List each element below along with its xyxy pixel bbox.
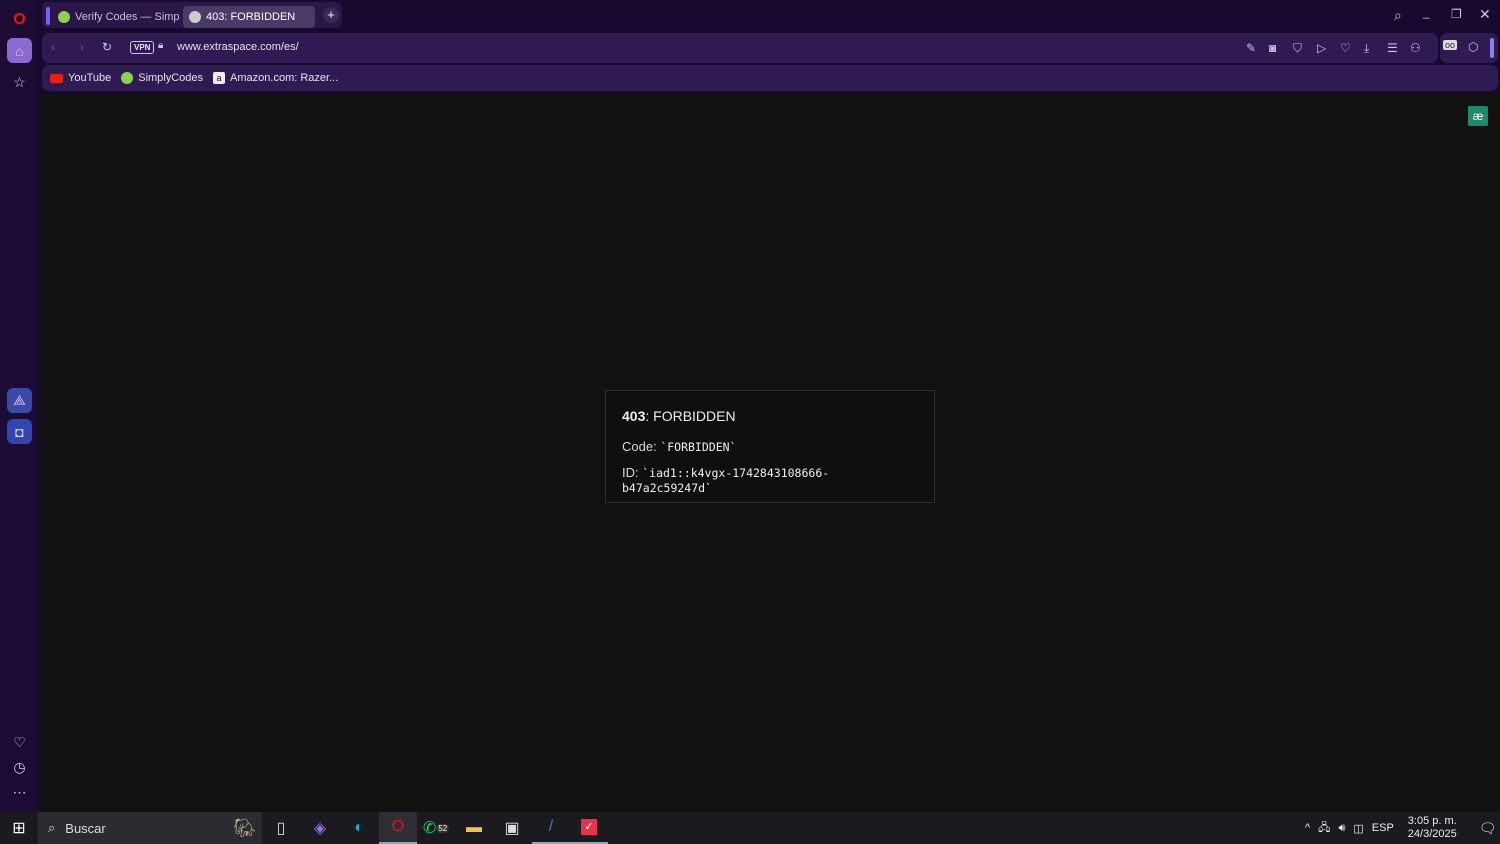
sidebar-toggle[interactable] bbox=[1490, 38, 1494, 58]
browser-sidebar: O ⌂ ☆ ⟁ ◘ ♡ ◷ ⋯ bbox=[0, 0, 38, 812]
lock-icon[interactable]: 🔒︎ bbox=[158, 40, 163, 51]
camera-icon[interactable]: ◙ bbox=[1269, 41, 1276, 55]
clock-time: 3:05 p. m. bbox=[1407, 815, 1457, 827]
send-icon[interactable]: ▷ bbox=[1317, 41, 1326, 55]
search-tabs-icon[interactable]: ⌕ bbox=[1394, 7, 1402, 24]
tab-island-marker bbox=[46, 7, 50, 25]
copilot-icon[interactable]: ◈ bbox=[301, 812, 339, 844]
bookmark-amazon[interactable]: a Amazon.com: Razer... bbox=[213, 72, 338, 84]
error-code-line: Code: `FORBIDDEN` bbox=[622, 439, 918, 454]
elephants-image-icon: 🐘︎ bbox=[233, 817, 256, 838]
restore-button[interactable]: ❐ bbox=[1451, 7, 1462, 21]
new-tab-button[interactable]: + bbox=[323, 7, 339, 23]
address-bar: ‹ › ↻ VPN 🔒︎ www.extraspace.com/es/ ✎ ◙ … bbox=[42, 33, 1438, 63]
home-icon[interactable]: ⌂ bbox=[7, 38, 32, 63]
download-icon[interactable]: ⤓ bbox=[1364, 41, 1369, 56]
edge-icon[interactable]: ◐ bbox=[340, 812, 378, 844]
taskbar-search[interactable]: ⌕ Buscar 🐘︎ bbox=[38, 812, 262, 844]
bookmarks-bar: YouTube SimplyCodes a Amazon.com: Razer..… bbox=[42, 65, 1498, 91]
forward-button[interactable]: › bbox=[80, 40, 84, 54]
tab-label: Verify Codes — SimplyCodes bbox=[75, 11, 180, 23]
extension-icon[interactable]: oo bbox=[1443, 40, 1458, 50]
notifications-icon[interactable]: 🗨︎ bbox=[1479, 820, 1497, 837]
simplycodes-icon bbox=[58, 11, 70, 23]
error-status-text: : FORBIDDEN bbox=[645, 408, 736, 424]
star-icon[interactable]: ☆ bbox=[7, 70, 32, 95]
tab-verify-codes[interactable]: Verify Codes — SimplyCodes bbox=[52, 6, 180, 28]
heart-icon[interactable]: ♡ bbox=[1340, 41, 1351, 55]
opera-taskbar-icon[interactable]: O bbox=[379, 812, 417, 844]
bookmark-label: SimplyCodes bbox=[138, 72, 204, 84]
extensions-cube-icon[interactable]: ⬡ bbox=[1468, 40, 1478, 54]
extension-icon[interactable]: ◘ bbox=[7, 419, 32, 444]
meet-now-icon[interactable]: ◫ bbox=[1353, 822, 1363, 835]
task-view-icon[interactable]: ▯ bbox=[262, 812, 300, 844]
bookmark-youtube[interactable]: YouTube bbox=[50, 72, 111, 84]
clock-date: 24/3/2025 bbox=[1407, 828, 1457, 840]
snapshot-edit-icon[interactable]: ✎ bbox=[1246, 41, 1256, 55]
tab-label: 403: FORBIDDEN bbox=[206, 11, 296, 23]
extensions-area: oo ⬡ bbox=[1440, 33, 1498, 63]
url-input[interactable]: www.extraspace.com/es/ bbox=[177, 41, 299, 53]
heart-icon[interactable]: ♡ bbox=[7, 730, 32, 755]
clock[interactable]: 3:05 p. m. 24/3/2025 bbox=[1408, 815, 1457, 841]
whatsapp-badge: 52 bbox=[436, 823, 450, 833]
minimize-button[interactable]: _ bbox=[1423, 5, 1430, 19]
shield-icon[interactable]: ⛉ bbox=[1293, 41, 1302, 56]
error-title: 403: FORBIDDEN bbox=[622, 408, 918, 424]
tab-bar: Verify Codes — SimplyCodes 403: FORBIDDE… bbox=[42, 2, 342, 28]
close-button[interactable]: ✕ bbox=[1479, 6, 1491, 23]
vpn-badge[interactable]: VPN bbox=[130, 41, 155, 54]
start-button[interactable]: ⊞ bbox=[0, 812, 38, 844]
store-icon[interactable]: ▣ bbox=[493, 812, 531, 844]
page-content: æ 403: FORBIDDEN Code: `FORBIDDEN` ID: `… bbox=[40, 93, 1500, 812]
bookmark-label: Amazon.com: Razer... bbox=[230, 72, 339, 84]
opera-logo-icon[interactable]: O bbox=[7, 7, 32, 32]
amazon-icon: a bbox=[213, 72, 226, 84]
extension-overlay-icon[interactable]: æ bbox=[1468, 106, 1488, 126]
profile-icon[interactable]: ⚇ bbox=[1410, 41, 1421, 55]
easy-setup-icon[interactable]: ☰ bbox=[1387, 41, 1398, 55]
taskbar: ⊞ ⌕ Buscar 🐘︎ ▯ ◈ ◐ O ✆ 52 ▬ ▣ / ✓ ^ 🖧︎ 🔊︎ … bbox=[0, 812, 1500, 844]
code-value: `FORBIDDEN` bbox=[660, 440, 737, 454]
volume-icon[interactable]: 🔊︎ bbox=[1338, 822, 1345, 835]
file-explorer-icon[interactable]: ▬ bbox=[455, 812, 493, 844]
reload-button[interactable]: ↻ bbox=[102, 40, 112, 54]
search-placeholder: Buscar bbox=[65, 820, 106, 836]
whatsapp-icon[interactable]: ✆ 52 bbox=[417, 812, 455, 844]
bookmark-label: YouTube bbox=[68, 72, 112, 84]
bookmark-simplycodes[interactable]: SimplyCodes bbox=[121, 72, 203, 84]
tray-chevron-icon[interactable]: ^ bbox=[1305, 822, 1310, 834]
error-id-line: ID: `iad1::k4vgx-1742843108666-b47a2c592… bbox=[622, 465, 918, 495]
app-red-icon[interactable]: ✓ bbox=[570, 812, 608, 844]
id-label: ID: bbox=[622, 465, 643, 480]
id-value: `iad1::k4vgx-1742843108666-b47a2c59247d` bbox=[622, 466, 830, 495]
language-indicator[interactable]: ESP bbox=[1372, 822, 1394, 834]
code-label: Code: bbox=[622, 439, 661, 454]
back-button[interactable]: ‹ bbox=[51, 40, 55, 54]
globe-icon bbox=[189, 11, 201, 23]
pen-app-icon[interactable]: / bbox=[532, 812, 570, 844]
error-status: 403 bbox=[622, 408, 646, 424]
aria-icon[interactable]: ⟁ bbox=[7, 388, 32, 413]
more-icon[interactable]: ⋯ bbox=[7, 780, 32, 805]
simplycodes-icon bbox=[121, 72, 134, 84]
network-icon[interactable]: 🖧︎ bbox=[1318, 819, 1330, 838]
history-icon[interactable]: ◷ bbox=[7, 755, 32, 780]
error-card: 403: FORBIDDEN Code: `FORBIDDEN` ID: `ia… bbox=[605, 390, 935, 503]
tab-403-forbidden[interactable]: 403: FORBIDDEN bbox=[183, 6, 315, 28]
youtube-icon bbox=[50, 73, 63, 83]
search-icon: ⌕ bbox=[48, 820, 56, 835]
